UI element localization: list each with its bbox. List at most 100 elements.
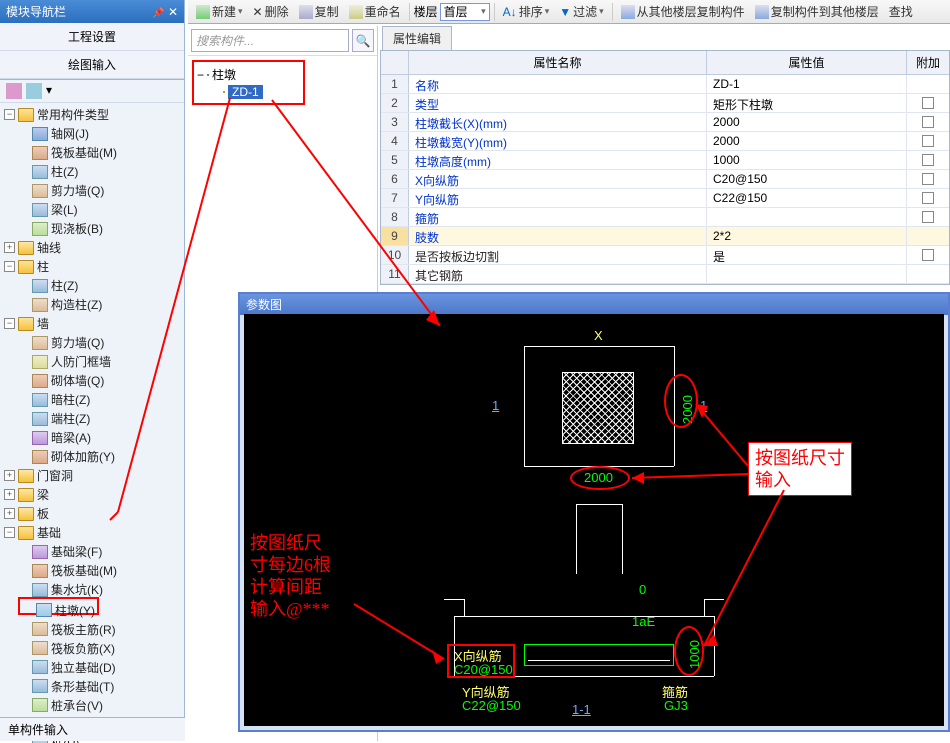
prop-row-6[interactable]: 6X向纵筋C20@150 [381, 170, 949, 189]
tree-pier[interactable]: 柱墩(Y) [22, 601, 95, 620]
tree-dark-col[interactable]: 暗柱(Z) [4, 390, 182, 409]
tree-axis-net[interactable]: 轴网(J) [4, 124, 182, 143]
component-highlight: −柱墩 ZD-1 [192, 60, 305, 105]
main-toolbar: 新建▾ ✕ 删除 复制 重命名 楼层 首层▾ A↓排序▾ ▼过滤▾ 从其他楼层复… [188, 0, 950, 24]
chk-10[interactable] [922, 249, 934, 261]
property-tab[interactable]: 属性编辑 [382, 26, 452, 50]
chk-5[interactable] [922, 154, 934, 166]
tree-found-beam[interactable]: 基础梁(F) [4, 542, 182, 561]
y-rebar-spec: C22@150 [462, 698, 521, 713]
tab-project-settings[interactable]: 工程设置 [0, 23, 184, 51]
floor-combo[interactable]: 首层▾ [440, 3, 490, 21]
chk-3[interactable] [922, 116, 934, 128]
dim-zero: 0 [639, 582, 646, 597]
property-panel: 属性编辑 属性名称 属性值 附加 1名称ZD-12类型矩形下柱墩3柱墩截长(X)… [380, 26, 950, 291]
new-button[interactable]: 新建▾ [192, 1, 247, 22]
tree-masonry[interactable]: 砌体墙(Q) [4, 371, 182, 390]
search-icon: 🔍 [356, 34, 371, 48]
search-input[interactable]: 搜索构件... [191, 29, 349, 52]
tree-column[interactable]: 柱(Z) [4, 162, 182, 181]
tree-raft-neg[interactable]: 筏板负筋(X) [4, 639, 182, 658]
section-mark-right: 1 [700, 398, 707, 413]
tree-wall[interactable]: −墙 [4, 314, 182, 333]
tree-cast-slab[interactable]: 现浇板(B) [4, 219, 182, 238]
tab-draw-input[interactable]: 绘图输入 [0, 51, 184, 79]
dim-x-label: X [594, 328, 603, 343]
prop-row-1[interactable]: 1名称ZD-1 [381, 75, 949, 94]
prop-row-9[interactable]: 9肢数2*2 [381, 227, 949, 246]
tree-door-win[interactable]: +门窗洞 [4, 466, 182, 485]
chk-6[interactable] [922, 173, 934, 185]
tree-shear-wall[interactable]: 剪力墙(Q) [4, 181, 182, 200]
chk-7[interactable] [922, 192, 934, 204]
comp-root[interactable]: −柱墩 [197, 65, 263, 84]
tree-dark-beam[interactable]: 暗梁(A) [4, 428, 182, 447]
tree-foundation[interactable]: −基础 [4, 523, 182, 542]
chk-2[interactable] [922, 97, 934, 109]
prop-row-2[interactable]: 2类型矩形下柱墩 [381, 94, 949, 113]
prop-row-10[interactable]: 10是否按板边切割是 [381, 246, 949, 265]
tree-shear-wall2[interactable]: 剪力墙(Q) [4, 333, 182, 352]
chk-8[interactable] [922, 211, 934, 223]
tree-raft-base[interactable]: 筏板基础(M) [4, 143, 182, 162]
annot-ellipse-y [664, 374, 698, 428]
tree-shelter[interactable]: 人防门框墙 [4, 352, 182, 371]
prop-row-3[interactable]: 3柱墩截长(X)(mm)2000 [381, 113, 949, 132]
diagram-canvas: X 2000 2000 1 1 0 1aE 1000 X向纵筋 [244, 314, 944, 726]
tree-strip-found[interactable]: 条形基础(T) [4, 677, 182, 696]
tree-masonry-rein[interactable]: 砌体加筋(Y) [4, 447, 182, 466]
tree-indep-found[interactable]: 独立基础(D) [4, 658, 182, 677]
rename-button[interactable]: 重命名 [345, 1, 405, 22]
copy-button[interactable]: 复制 [295, 1, 343, 22]
tree-col-z[interactable]: 柱(Z) [4, 276, 182, 295]
chk-4[interactable] [922, 135, 934, 147]
parameter-diagram-window: 参数图 X 2000 2000 1 1 0 [238, 292, 950, 732]
delete-button[interactable]: ✕ 删除 [249, 1, 293, 22]
prop-row-11[interactable]: 11其它钢筋 [381, 265, 949, 284]
prop-row-4[interactable]: 4柱墩截宽(Y)(mm)2000 [381, 132, 949, 151]
prop-row-7[interactable]: 7Y向纵筋C22@150 [381, 189, 949, 208]
tree-pier-highlight: 柱墩(Y) [18, 597, 99, 615]
section-label: 1-1 [572, 702, 591, 717]
tree-raft-main[interactable]: 筏板主筋(R) [4, 620, 182, 639]
stirrup-spec: GJ3 [664, 698, 688, 713]
pin-icon[interactable]: 📌 [152, 8, 164, 19]
property-header: 属性名称 属性值 附加 [381, 51, 949, 75]
diagram-title: 参数图 [240, 294, 948, 315]
x-rebar-spec: C20@150 [454, 662, 513, 677]
nav-panel: 模块导航栏 📌 ✕ 工程设置 绘图输入 ▾ −常用构件类型 轴网(J) 筏板基础… [0, 0, 185, 741]
copy-to-button[interactable]: 复制构件到其他楼层 [751, 1, 883, 22]
footer-tab[interactable]: 单构件输入 [0, 717, 185, 741]
tree-pile-cap[interactable]: 桩承台(V) [4, 696, 182, 715]
rebar-cage [524, 644, 674, 666]
nav-ico-2[interactable] [26, 83, 42, 99]
floor-label: 楼层 [414, 3, 438, 20]
tree-beam[interactable]: 梁(L) [4, 200, 182, 219]
nav-toolbar: ▾ [0, 80, 184, 103]
nav-ico-1[interactable] [6, 83, 22, 99]
tree-axis-line[interactable]: +轴线 [4, 238, 182, 257]
tree-con-col[interactable]: 构造柱(Z) [4, 295, 182, 314]
search-button[interactable]: 🔍 [352, 29, 374, 52]
tree-raft-base2[interactable]: 筏板基础(M) [4, 561, 182, 580]
comp-child[interactable]: ZD-1 [197, 84, 263, 100]
annotation-left: 按图纸尺 寸每边6根 计算间距 输入@*** [250, 532, 331, 620]
copy-from-button[interactable]: 从其他楼层复制构件 [617, 1, 749, 22]
close-icon[interactable]: ✕ [168, 5, 178, 19]
prop-row-8[interactable]: 8箍筋 [381, 208, 949, 227]
nav-tree: −常用构件类型 轴网(J) 筏板基础(M) 柱(Z) 剪力墙(Q) 梁(L) 现… [0, 103, 184, 743]
nav-title: 模块导航栏 📌 ✕ [0, 0, 184, 23]
annotation-right: 按图纸尺寸 输入 [748, 442, 852, 496]
annot-ellipse-x [570, 466, 630, 490]
tree-slab[interactable]: +板 [4, 504, 182, 523]
annot-ellipse-1000 [674, 626, 704, 676]
find-button[interactable]: 查找 [885, 1, 917, 22]
prop-row-5[interactable]: 5柱墩高度(mm)1000 [381, 151, 949, 170]
tree-common[interactable]: −常用构件类型 [4, 105, 182, 124]
tree-end-col[interactable]: 端柱(Z) [4, 409, 182, 428]
sort-button[interactable]: A↓排序▾ [499, 1, 554, 22]
dim-lae: 1aE [632, 614, 655, 629]
tree-beam-group[interactable]: +梁 [4, 485, 182, 504]
tree-col-group[interactable]: −柱 [4, 257, 182, 276]
filter-button[interactable]: ▼过滤▾ [555, 1, 607, 22]
